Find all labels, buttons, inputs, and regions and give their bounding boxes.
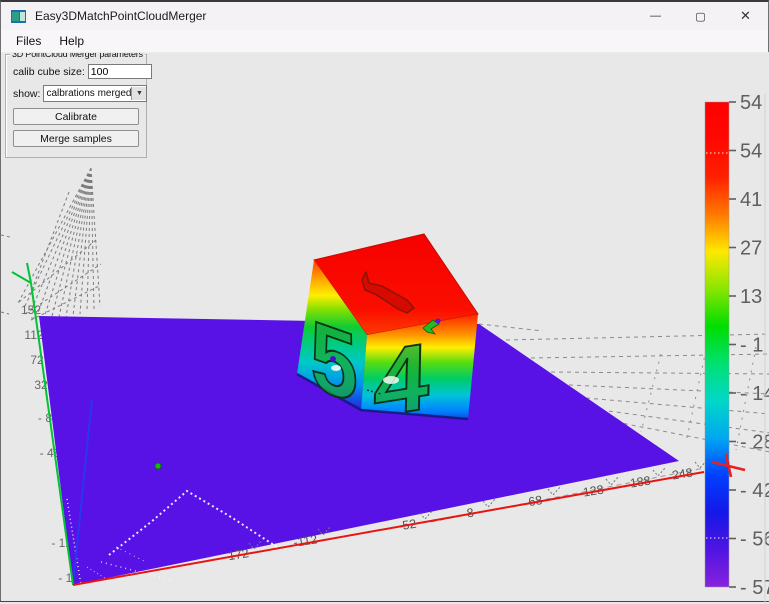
window-title: Easy3DMatchPointCloudMerger — [35, 9, 206, 23]
menu-files[interactable]: Files — [7, 32, 50, 50]
app-window: { "window": { "title": "Easy3DMatchPoint… — [0, 0, 769, 602]
menu-bar: Files Help — [1, 30, 768, 53]
menu-help[interactable]: Help — [50, 32, 93, 50]
colorbar-tick-label: 54 — [740, 92, 762, 114]
chevron-down-icon[interactable]: ▼ — [131, 87, 146, 100]
colorbar-tick-label: - 1 — [740, 335, 763, 357]
calibration-cube[interactable]: 5 4 — [297, 234, 478, 437]
app-icon — [11, 10, 26, 23]
x-axis-vmark — [653, 467, 666, 476]
parameters-groupbox: 3D PointCloud Merger parameters calib cu… — [5, 54, 147, 158]
calib-cube-size-input[interactable] — [88, 64, 152, 79]
calibrate-button[interactable]: Calibrate — [13, 108, 139, 125]
grid-fan-left — [1, 168, 101, 320]
colorbar: 5454412713- 1- 14- 28- 42- 56- 57 — [705, 92, 769, 599]
maximize-button[interactable]: ▢ — [678, 2, 723, 30]
colorbar-tick-label: 41 — [740, 189, 762, 211]
merge-samples-button[interactable]: Merge samples — [13, 130, 139, 147]
viewport-3d[interactable]: 1521127232- 8- 48- 128- 168 -172-112-528… — [1, 52, 769, 601]
cube-right-digit: 4 — [373, 322, 431, 437]
show-dropdown[interactable]: calbrations merged ▼ — [43, 85, 147, 102]
window-controls: — ▢ ✕ — [633, 2, 768, 30]
y-axis-tick-label: 152 — [21, 303, 41, 317]
colorbar-gradient — [705, 102, 729, 587]
calib-cube-size-label: calib cube size: — [13, 66, 85, 78]
x-axis-vmark — [606, 476, 619, 485]
show-label: show: — [13, 88, 40, 100]
minimize-button[interactable]: — — [633, 2, 678, 30]
green-sample-dot — [155, 463, 161, 469]
colorbar-tick-label: 54 — [740, 141, 762, 163]
title-bar: Easy3DMatchPointCloudMerger — ▢ ✕ — [1, 2, 768, 30]
colorbar-tick-labels: 5454412713- 1- 14- 28- 42- 56- 57 — [729, 92, 769, 599]
colorbar-tick-label: 27 — [740, 238, 762, 260]
show-dropdown-value: calbrations merged — [44, 88, 131, 99]
close-button[interactable]: ✕ — [723, 2, 768, 30]
colorbar-tick-label: 13 — [740, 286, 762, 308]
